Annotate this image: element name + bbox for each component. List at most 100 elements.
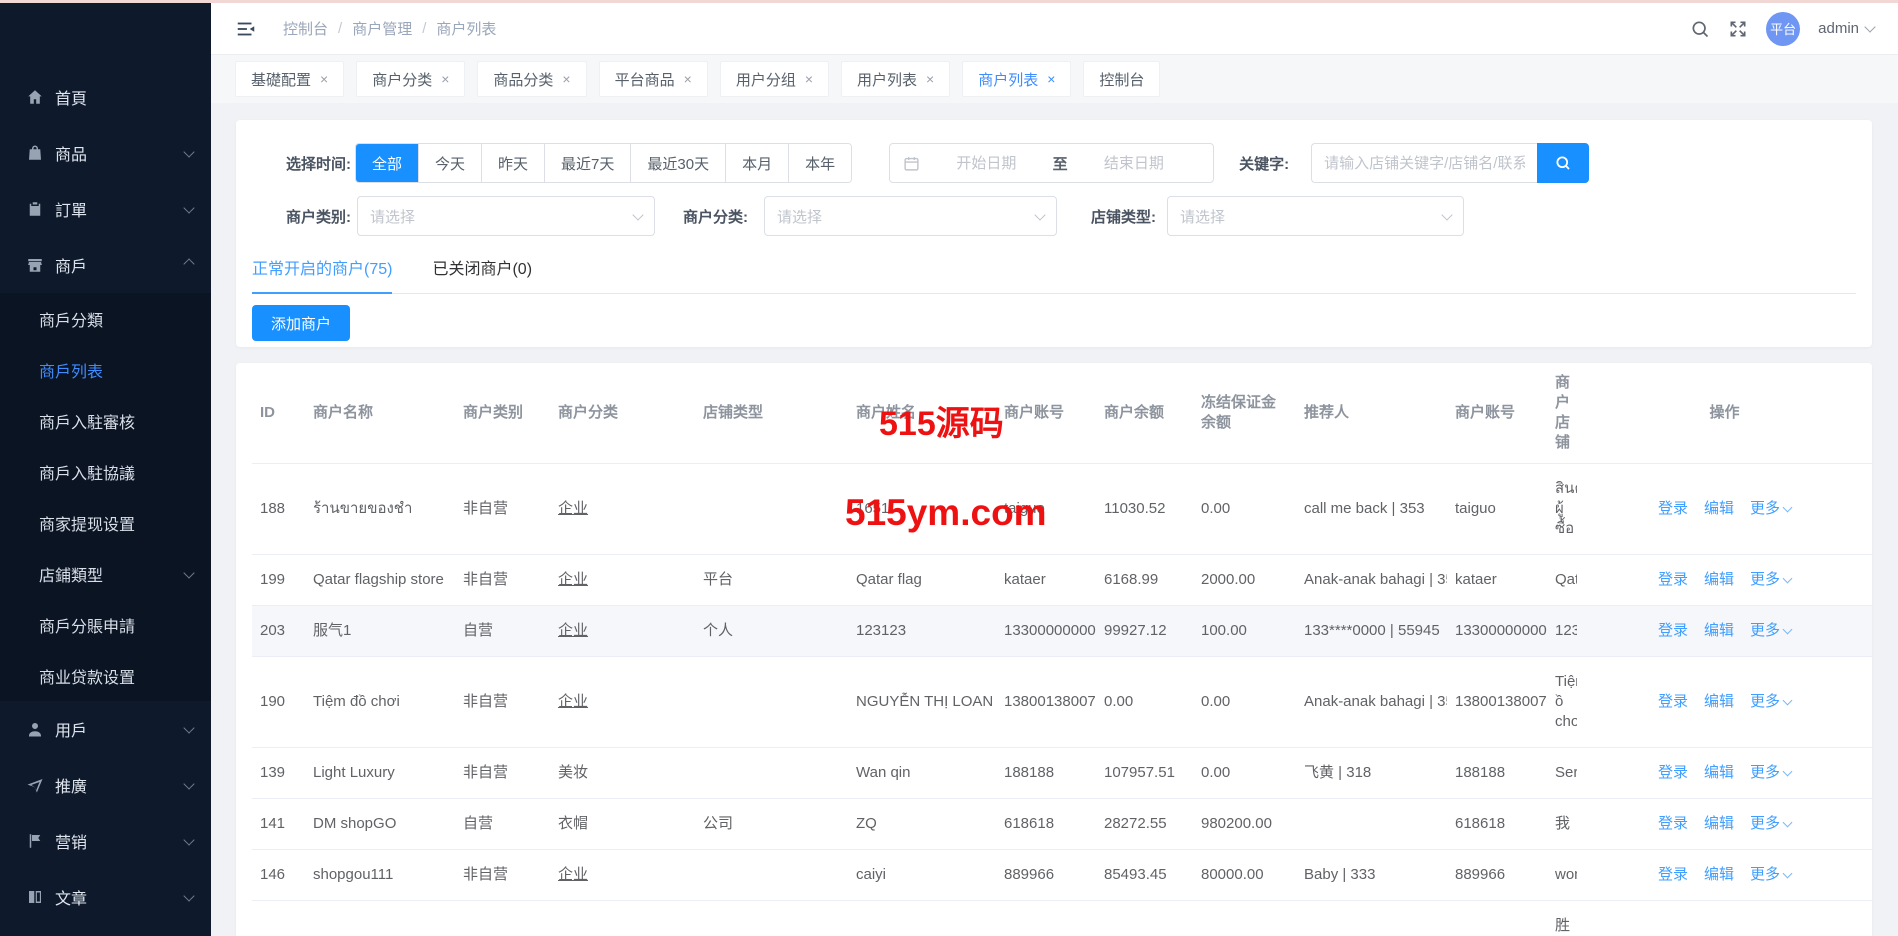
tag-platform-goods[interactable]: 平台商品 <box>599 61 708 97</box>
avatar[interactable]: 平台 <box>1766 12 1800 46</box>
fullscreen-icon[interactable] <box>1728 19 1748 39</box>
search-icon <box>1554 154 1572 172</box>
time-option-yesterday[interactable]: 昨天 <box>481 144 544 182</box>
date-range-picker[interactable]: 至 <box>889 143 1214 183</box>
close-icon[interactable] <box>805 72 813 86</box>
close-icon[interactable] <box>1047 72 1055 86</box>
edit-link[interactable]: 编辑 <box>1704 622 1734 639</box>
tag-merchant-category[interactable]: 商户分类 <box>356 61 465 97</box>
sidebar-item-merchant-entry-agreement[interactable]: 商戶入駐協議 <box>0 446 211 497</box>
tab-tags-bar: 基礎配置 商户分类 商品分类 平台商品 用户分组 用户列表 商户列表 控制台 <box>211 55 1898 103</box>
cell-merchant-balance: 99927.12 <box>1096 606 1193 657</box>
cell-actions: 登录编辑更多 <box>1577 850 1872 901</box>
time-option-last30days[interactable]: 最近30天 <box>630 144 725 182</box>
user-menu[interactable]: admin <box>1818 20 1874 37</box>
time-option-all[interactable]: 全部 <box>356 144 418 182</box>
tag-goods-category[interactable]: 商品分类 <box>477 61 586 97</box>
end-date-input[interactable] <box>1068 154 1201 173</box>
edit-link[interactable]: 编辑 <box>1704 693 1734 710</box>
tag-console[interactable]: 控制台 <box>1083 61 1160 97</box>
merchant-type-select[interactable]: 请选择 <box>357 196 655 236</box>
tab-open-merchants[interactable]: 正常开启的商户(75) <box>252 255 392 294</box>
tag-merchant-list[interactable]: 商户列表 <box>962 61 1071 97</box>
edit-link[interactable]: 编辑 <box>1704 815 1734 832</box>
tag-basic-config[interactable]: 基礎配置 <box>235 61 344 97</box>
login-link[interactable]: 登录 <box>1658 815 1688 832</box>
close-icon[interactable] <box>926 72 934 86</box>
search-icon[interactable] <box>1690 19 1710 39</box>
more-link[interactable]: 更多 <box>1750 866 1791 883</box>
edit-link[interactable]: 编辑 <box>1704 866 1734 883</box>
edit-link[interactable]: 编辑 <box>1704 571 1734 588</box>
table-row: 141DM shopGO自营衣帽公司ZQ61861828272.55980200… <box>252 799 1872 850</box>
login-link[interactable]: 登录 <box>1658 866 1688 883</box>
cell-merchant-person: 123123 <box>848 606 996 657</box>
merchant-class-link[interactable]: 企业 <box>558 693 588 710</box>
cell-actions: 登录编辑更多 <box>1577 606 1872 657</box>
more-link[interactable]: 更多 <box>1750 764 1791 781</box>
cell-merchant-account: 618618 <box>996 799 1096 850</box>
time-option-this-month[interactable]: 本月 <box>725 144 788 182</box>
cell-merchant-account-2: 13800138007 <box>1447 657 1547 748</box>
start-date-input[interactable] <box>920 154 1053 173</box>
sidebar-item-promotion[interactable]: 推廣 <box>0 757 211 813</box>
sidebar-item-home[interactable]: 首頁 <box>0 69 211 125</box>
edit-link[interactable]: 编辑 <box>1704 500 1734 517</box>
cell-merchant-account-2: 618618 <box>1447 799 1547 850</box>
tag-label: 用户分组 <box>736 69 796 90</box>
shop-type-select[interactable]: 请选择 <box>1167 196 1464 236</box>
login-link[interactable]: 登录 <box>1658 622 1688 639</box>
more-link[interactable]: 更多 <box>1750 571 1791 588</box>
time-option-today[interactable]: 今天 <box>418 144 481 182</box>
sidebar-submenu-merchant: 商戶分類 商戶列表 商戶入駐審核 商戶入駐協議 商家提现设置 店鋪類型 商戶分賬… <box>0 293 211 701</box>
breadcrumb-item-merchant-management[interactable]: 商户管理 <box>352 18 412 39</box>
close-icon[interactable] <box>684 72 692 86</box>
login-link[interactable]: 登录 <box>1658 571 1688 588</box>
merchant-class-link[interactable]: 企业 <box>558 500 588 517</box>
tab-closed-merchants[interactable]: 已关闭商户(0) <box>432 255 532 293</box>
merchant-class-link[interactable]: 企业 <box>558 866 588 883</box>
chevron-down-icon <box>1783 625 1793 635</box>
more-link[interactable]: 更多 <box>1750 500 1791 517</box>
sidebar-item-orders[interactable]: 訂單 <box>0 181 211 237</box>
more-link[interactable]: 更多 <box>1750 815 1791 832</box>
time-option-this-year[interactable]: 本年 <box>788 144 851 182</box>
sidebar-item-merchant[interactable]: 商戶 <box>0 237 211 293</box>
more-link[interactable]: 更多 <box>1750 622 1791 639</box>
cell-referrer: call me back | 353 <box>1296 464 1447 555</box>
sidebar-collapse-icon[interactable] <box>235 18 257 40</box>
tag-user-group[interactable]: 用户分组 <box>720 61 829 97</box>
merchant-class-link[interactable]: 企业 <box>558 622 588 639</box>
time-option-last7days[interactable]: 最近7天 <box>544 144 630 182</box>
sidebar-item-withdraw-settings[interactable]: 商家提现设置 <box>0 497 211 548</box>
add-merchant-button[interactable]: 添加商户 <box>252 305 350 341</box>
flag-icon <box>26 832 44 850</box>
home-icon <box>26 88 44 106</box>
sidebar-item-label: 商家提现设置 <box>39 511 193 535</box>
close-icon[interactable] <box>562 72 570 86</box>
login-link[interactable]: 登录 <box>1658 500 1688 517</box>
sidebar-item-articles[interactable]: 文章 <box>0 869 211 925</box>
close-icon[interactable] <box>320 72 328 86</box>
login-link[interactable]: 登录 <box>1658 693 1688 710</box>
keyword-input[interactable] <box>1311 143 1537 183</box>
sidebar-item-merchant-entry-review[interactable]: 商戶入駐審核 <box>0 395 211 446</box>
merchant-class-link[interactable]: 企业 <box>558 571 588 588</box>
sidebar-item-users[interactable]: 用戶 <box>0 701 211 757</box>
login-link[interactable]: 登录 <box>1658 764 1688 781</box>
merchant-class-select[interactable]: 请选择 <box>764 196 1057 236</box>
breadcrumb-item-merchant-list[interactable]: 商户列表 <box>436 18 496 39</box>
search-button[interactable] <box>1537 143 1589 183</box>
sidebar-item-shop-type[interactable]: 店鋪類型 <box>0 548 211 599</box>
more-link[interactable]: 更多 <box>1750 693 1791 710</box>
sidebar-item-marketing[interactable]: 营销 <box>0 813 211 869</box>
sidebar-item-merchant-list[interactable]: 商戶列表 <box>0 344 211 395</box>
sidebar-item-goods[interactable]: 商品 <box>0 125 211 181</box>
edit-link[interactable]: 编辑 <box>1704 764 1734 781</box>
breadcrumb-item-console[interactable]: 控制台 <box>283 18 328 39</box>
close-icon[interactable] <box>441 72 449 86</box>
tag-user-list[interactable]: 用户列表 <box>841 61 950 97</box>
sidebar-item-merchant-category[interactable]: 商戶分類 <box>0 293 211 344</box>
sidebar-item-split-account-apply[interactable]: 商戶分賬申請 <box>0 599 211 650</box>
sidebar-item-business-loan-settings[interactable]: 商业贷款设置 <box>0 650 211 701</box>
